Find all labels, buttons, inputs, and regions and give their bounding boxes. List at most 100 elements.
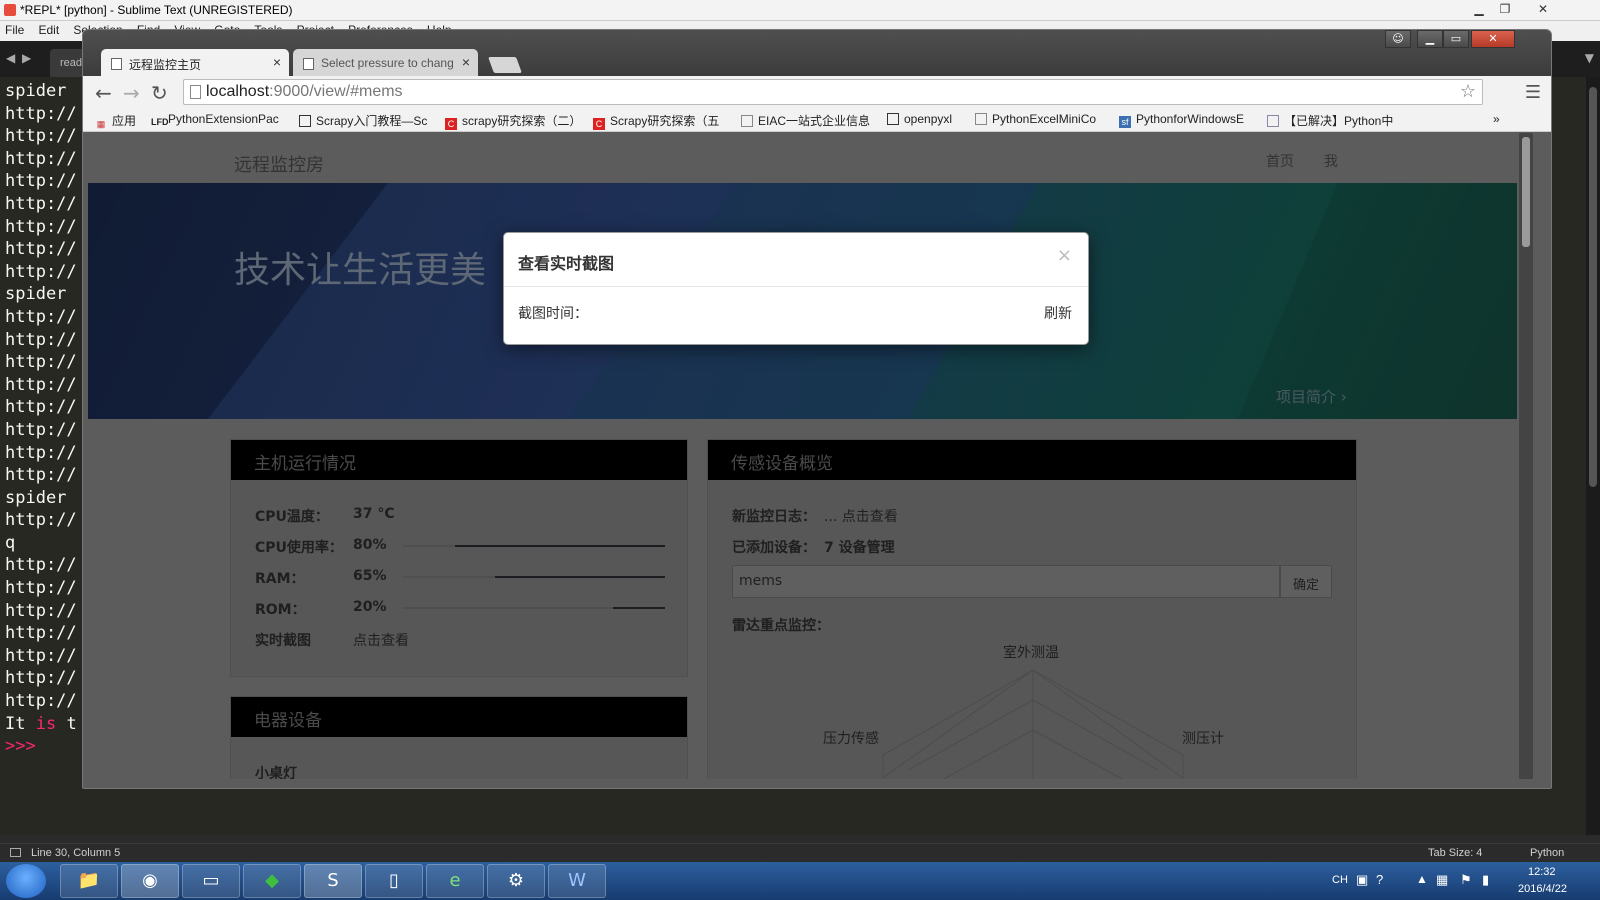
browser-menu-icon[interactable]: ☰ <box>1525 82 1541 103</box>
repl-prompt[interactable]: >>> <box>5 735 77 758</box>
csdn-icon: C <box>445 118 457 130</box>
maximize-icon[interactable]: ❐ <box>1492 0 1518 20</box>
bookmark-3[interactable]: Cscrapy研究探索（二） <box>445 112 585 130</box>
sublime-window-title: *REPL* [python] - Sublime Text (UNREGIST… <box>20 3 293 17</box>
repl-line: http:// <box>5 374 77 395</box>
feng-taskbar-icon[interactable]: ◆ <box>243 864 301 898</box>
url-text[interactable]: localhost:9000/view/#mems <box>206 83 403 101</box>
tab-prev-icon[interactable]: ◀ <box>6 51 15 65</box>
tab-close-icon[interactable]: × <box>273 54 281 70</box>
status-tab-size[interactable]: Tab Size: 4 <box>1428 847 1482 859</box>
modal-backdrop[interactable] <box>88 133 1517 779</box>
status-syntax[interactable]: Python <box>1530 847 1564 859</box>
bookmark-label: PythonExcelMiniCo <box>992 112 1097 126</box>
bookmark-6[interactable]: openpyxl <box>887 112 969 126</box>
bookmark-8[interactable]: sf PythonforWindowsE <box>1119 112 1259 128</box>
reload-icon[interactable]: ↻ <box>151 81 168 105</box>
help-icon[interactable]: ? <box>1376 872 1383 887</box>
lang-indicator[interactable]: CH <box>1332 874 1348 886</box>
show-hidden-icons[interactable]: ▲ <box>1416 872 1428 886</box>
sublime-app-icon <box>4 4 16 16</box>
bookmark-label: scrapy研究探索（二） <box>462 114 582 128</box>
screenshot-time-label: 截图时间： <box>518 306 588 322</box>
bookmarks-more-icon[interactable]: » <box>1493 112 1500 126</box>
bookmark-label: EIAC一站式企业信息 <box>758 114 871 128</box>
bookmarks-bar: ▦ 应用 LFDPythonExtensionPac Scrapy入门教程—Sc … <box>83 108 1551 132</box>
browser-maximize-icon[interactable]: ▭ <box>1443 30 1469 48</box>
tab-next-icon[interactable]: ▶ <box>22 51 31 65</box>
menu-edit[interactable]: Edit <box>33 21 64 39</box>
bookmark-label: openpyxl <box>904 112 953 126</box>
tab-list-icon[interactable]: ▼ <box>1585 51 1594 65</box>
start-button[interactable] <box>6 864 46 898</box>
page-scrollbar[interactable] <box>1519 133 1533 779</box>
repl-line: http:// <box>5 216 77 237</box>
bookmark-2[interactable]: Scrapy入门教程—Sc <box>299 112 439 129</box>
cmd-taskbar-icon[interactable]: ▭ <box>182 864 240 898</box>
sublime-scroll-thumb[interactable] <box>1589 87 1597 487</box>
sublime-title-bar: *REPL* [python] - Sublime Text (UNREGIST… <box>0 0 1600 21</box>
close-icon[interactable]: ✕ <box>1530 0 1556 20</box>
repl-token: t <box>56 713 77 734</box>
shell-taskbar-icon[interactable]: ⚙ <box>487 864 545 898</box>
repl-line: http:// <box>5 352 77 373</box>
new-tab-button[interactable] <box>488 57 522 73</box>
blog-icon <box>1267 115 1279 127</box>
page-icon <box>975 113 987 125</box>
bookmark-7[interactable]: PythonExcelMiniCo <box>975 112 1113 126</box>
bookmark-star-icon[interactable]: ☆ <box>1460 81 1476 102</box>
page-favicon-icon <box>303 58 314 70</box>
browser-minimize-icon[interactable]: ▁ <box>1417 30 1443 48</box>
modal-divider <box>504 286 1088 287</box>
bookmark-5[interactable]: EIAC一站式企业信息 <box>741 112 881 129</box>
sublime-taskbar-icon[interactable]: S <box>304 864 362 898</box>
taskbar: 📁 ◉ ▭ ◆ S ▯ e ⚙ W CH ▣ ? ▲ ▦ ⚑ ▮ 12:32 2… <box>0 862 1600 900</box>
chrome-taskbar-icon[interactable]: ◉ <box>121 864 179 898</box>
repl-line: http:// <box>5 510 77 531</box>
bookmark-label: PythonExtensionPac <box>168 112 279 126</box>
clock-date[interactable]: 2016/4/22 <box>1518 883 1567 895</box>
browser-close-icon[interactable]: ✕ <box>1471 30 1515 48</box>
menu-file[interactable]: File <box>0 21 29 39</box>
doc-icon <box>299 115 311 127</box>
repl-token: It <box>5 713 36 734</box>
clock-time[interactable]: 12:32 <box>1528 866 1556 878</box>
address-bar[interactable]: localhost:9000/view/#mems ☆ <box>183 79 1483 105</box>
refresh-button[interactable]: 刷新 <box>1044 303 1072 323</box>
repl-line: http:// <box>5 171 77 192</box>
back-icon[interactable]: ← <box>95 81 112 105</box>
forward-icon[interactable]: → <box>123 81 140 105</box>
sublime-scrollbar[interactable] <box>1586 77 1600 835</box>
notepad-taskbar-icon[interactable]: ▯ <box>365 864 423 898</box>
panel-toggle-icon[interactable] <box>10 848 21 857</box>
bookmark-label: 【已解决】Python中 <box>1284 114 1394 128</box>
tab-label: 远程监控主页 <box>129 58 202 72</box>
repl-line: spider <box>5 81 67 101</box>
tab-remote-home[interactable]: 远程监控主页 × <box>101 49 289 77</box>
tab-close-icon[interactable]: × <box>462 54 470 70</box>
ie-taskbar-icon[interactable]: e <box>426 864 484 898</box>
repl-line: http:// <box>5 397 77 418</box>
apps-grid-icon: ▦ <box>96 119 106 129</box>
profile-icon[interactable]: ☺ <box>1385 30 1411 48</box>
bookmark-apps[interactable]: ▦ 应用 <box>95 112 147 130</box>
explorer-taskbar-icon[interactable]: 📁 <box>60 864 118 898</box>
page-info-icon[interactable] <box>190 85 201 99</box>
bookmark-1[interactable]: LFDPythonExtensionPac <box>151 112 291 128</box>
repl-token: is <box>35 713 57 734</box>
page-scroll-thumb[interactable] <box>1522 137 1530 247</box>
repl-line: q <box>5 532 16 553</box>
signal-icon[interactable]: ▮ <box>1482 872 1489 888</box>
network-icon[interactable]: ▦ <box>1436 872 1448 888</box>
flag-icon[interactable]: ⚑ <box>1460 872 1472 888</box>
minimize-icon[interactable]: ▁ <box>1466 0 1492 20</box>
bookmark-9[interactable]: 【已解决】Python中 <box>1267 112 1407 129</box>
keyboard-icon[interactable]: ▣ <box>1356 872 1368 888</box>
bookmark-4[interactable]: C Scrapy研究探索（五 <box>593 112 733 130</box>
bookmark-label: PythonforWindowsE <box>1136 112 1245 126</box>
page-viewport: 远程监控房 首页 我 技术让生活更美 项目简介 › 主机运行情况 CPU温度： … <box>88 133 1517 779</box>
word-taskbar-icon[interactable]: W <box>548 864 606 898</box>
tab-select-pressure[interactable]: Select pressure to chang × <box>293 49 478 77</box>
repl-line: It is t <box>5 713 77 736</box>
modal-close-icon[interactable]: × <box>1057 245 1072 266</box>
